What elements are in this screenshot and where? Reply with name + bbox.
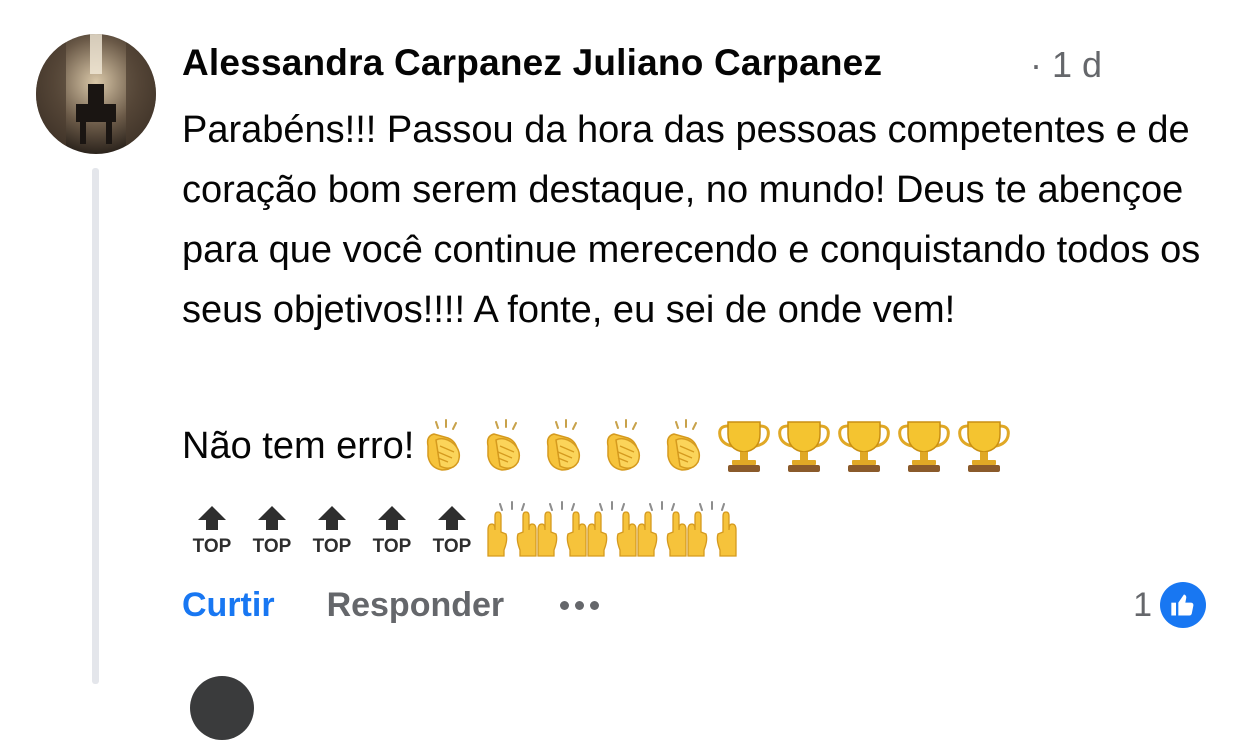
trophy-emoji: [834, 416, 894, 476]
reply-button[interactable]: Responder: [327, 586, 505, 625]
comment-line2: Não tem erro!: [182, 416, 1014, 476]
next-comment-avatar: [190, 676, 254, 740]
top-arrow-emoji: TOP: [362, 500, 422, 560]
trophy-emoji: [714, 416, 774, 476]
emoji-row: TOP TOP TOP TOP TOP: [182, 500, 737, 560]
top-arrow-emoji: TOP: [422, 500, 482, 560]
like-icon: [1160, 582, 1206, 628]
trophy-emoji: [954, 416, 1014, 476]
thread-line: [92, 168, 99, 684]
clapping-hands-emoji: [534, 416, 594, 476]
avatar[interactable]: [36, 34, 156, 154]
comment-actions: Curtir Responder: [182, 586, 600, 625]
svg-text:TOP: TOP: [253, 536, 292, 557]
clapping-hands-emoji: [474, 416, 534, 476]
comment-line2-text: Não tem erro!: [182, 425, 415, 467]
trophy-emoji: [774, 416, 834, 476]
svg-text:TOP: TOP: [433, 536, 472, 557]
top-arrow-emoji: TOP: [182, 500, 242, 560]
avatar-image: [36, 34, 156, 154]
reaction-count: 1: [1133, 585, 1152, 624]
emoji-group: [414, 416, 1014, 476]
raising-hands-emoji: [682, 500, 742, 560]
top-arrow-emoji: TOP: [242, 500, 302, 560]
more-options-icon[interactable]: [560, 601, 600, 610]
trophy-emoji: [894, 416, 954, 476]
comment-text: Parabéns!!! Passou da hora das pessoas c…: [182, 109, 1201, 331]
reaction-summary[interactable]: 1: [1133, 582, 1206, 628]
svg-text:TOP: TOP: [373, 536, 412, 557]
comment-meta: · 1 d: [1030, 44, 1102, 86]
clapping-hands-emoji: [654, 416, 714, 476]
clapping-hands-emoji: [594, 416, 654, 476]
top-arrow-emoji: TOP: [302, 500, 362, 560]
svg-text:TOP: TOP: [193, 536, 232, 557]
svg-text:TOP: TOP: [313, 536, 352, 557]
clapping-hands-emoji: [414, 416, 474, 476]
comment-time[interactable]: 1 d: [1052, 44, 1102, 85]
comment-body: Parabéns!!! Passou da hora das pessoas c…: [182, 100, 1222, 340]
comment-author[interactable]: Alessandra Carpanez Juliano Carpanez: [182, 42, 882, 84]
meta-separator: ·: [1030, 44, 1042, 85]
like-button[interactable]: Curtir: [182, 586, 275, 625]
